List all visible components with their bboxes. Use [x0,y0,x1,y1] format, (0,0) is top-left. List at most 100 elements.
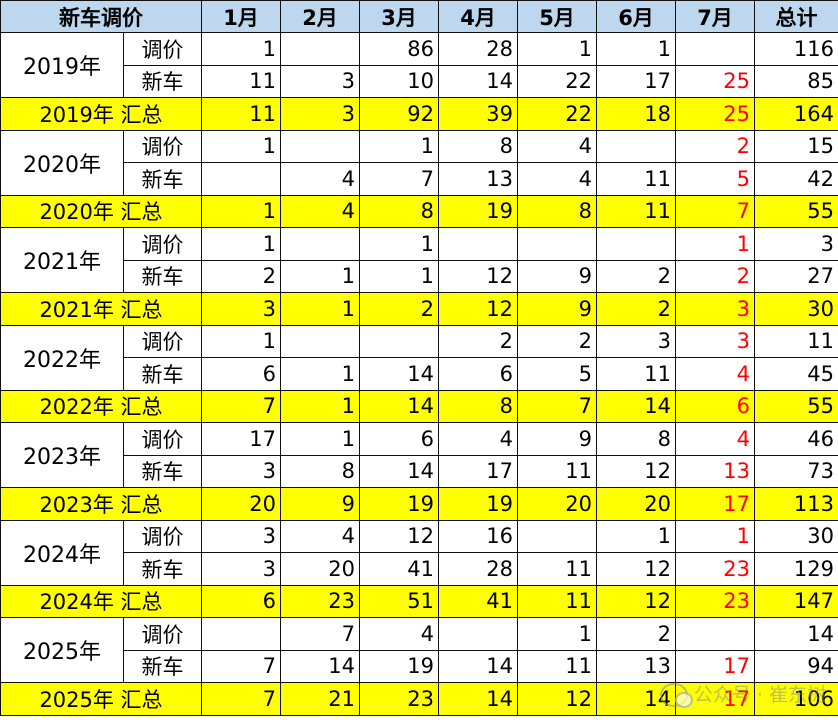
value-cell: 4 [280,519,360,553]
value-cell: 2 [675,259,755,293]
summary-value-cell: 9 [280,487,360,521]
summary-row: 2019年 汇总 11 3 92 39 22 18 25 164 [0,97,838,131]
type-cell: 新车 [123,649,202,683]
summary-value-cell: 14 [438,682,518,716]
type-cell: 调价 [123,324,202,358]
data-row: 新车 6 1 14 6 5 11 4 45 [1,357,838,391]
summary-value-cell: 11 [201,97,281,131]
value-cell: 41 [359,552,439,586]
value-cell [675,617,755,651]
summary-value-cell: 41 [438,584,518,618]
type-cell: 新车 [123,259,202,293]
summary-value-cell: 39 [438,97,518,131]
value-cell: 3 [596,324,676,358]
header-cell: 总计 [754,0,838,33]
type-cell: 新车 [123,454,202,488]
value-cell: 3 [201,454,281,488]
value-cell: 11 [596,357,676,391]
value-cell: 1 [280,357,360,391]
value-cell: 13 [675,454,755,488]
header-cell: 4月 [438,0,518,33]
summary-value-cell: 23 [675,584,755,618]
value-cell [280,324,360,358]
value-cell: 17 [438,454,518,488]
value-cell: 1 [201,129,281,163]
summary-value-cell: 14 [596,682,676,716]
value-cell [438,617,518,651]
summary-value-cell: 8 [359,194,439,228]
data-row: 新车 2 1 1 12 9 2 2 27 [1,259,838,293]
value-cell: 4 [280,162,360,196]
value-cell: 8 [438,129,518,163]
summary-value-cell: 11 [517,584,597,618]
value-cell: 3 [675,324,755,358]
value-cell: 4 [438,422,518,456]
value-cell: 1 [280,259,360,293]
value-cell: 20 [280,552,360,586]
value-cell: 1 [675,519,755,553]
value-cell: 14 [438,649,518,683]
data-row: 新车 3 20 41 28 11 12 23 129 [1,552,838,586]
value-cell: 11 [517,454,597,488]
data-row: 2025年 调价 7 4 1 2 14 [0,617,838,683]
summary-row: 2021年 汇总 3 1 2 12 9 2 3 30 [0,292,838,326]
data-row: 2024年 调价 3 4 12 16 1 1 30 [0,519,838,586]
summary-value-cell: 8 [517,194,597,228]
value-cell: 13 [438,162,518,196]
value-cell: 1 [517,32,597,66]
value-cell: 1 [201,227,281,261]
summary-value-cell: 51 [359,584,439,618]
summary-value-cell: 9 [517,292,597,326]
value-cell: 1 [201,324,281,358]
summary-value-cell: 23 [359,682,439,716]
summary-value-cell: 12 [517,682,597,716]
summary-value-cell: 3 [675,292,755,326]
summary-row: 2025年 汇总 7 21 23 14 12 14 17 106 [0,682,838,716]
value-cell: 2 [596,617,676,651]
value-cell: 1 [201,32,281,66]
value-cell: 11 [517,649,597,683]
year-cell: 2024年 [0,519,124,586]
data-row: 新车 7 14 19 14 11 13 17 94 [1,649,838,683]
summary-value-cell: 3 [280,97,360,131]
value-cell: 2 [596,259,676,293]
data-row: 新车 11 3 10 14 22 17 25 85 [1,64,838,98]
value-cell: 1 [359,129,439,163]
data-row: 2020年 调价 1 1 8 4 2 15 [0,129,838,196]
summary-value-cell: 164 [754,97,838,131]
value-cell: 2 [438,324,518,358]
value-cell: 11 [754,324,838,358]
value-cell: 4 [517,162,597,196]
value-cell: 1 [596,32,676,66]
data-row: 新车 3 8 14 17 11 12 13 73 [1,454,838,488]
summary-value-cell: 17 [675,487,755,521]
value-cell: 27 [754,259,838,293]
summary-value-cell: 147 [754,584,838,618]
year-cell: 2019年 [0,32,124,98]
value-cell: 4 [359,617,439,651]
value-cell: 6 [359,422,439,456]
value-cell: 17 [596,64,676,98]
summary-value-cell: 1 [201,194,281,228]
value-cell: 12 [596,552,676,586]
type-cell: 调价 [123,227,202,261]
value-cell: 6 [201,357,281,391]
summary-value-cell: 6 [675,389,755,423]
data-row: 2021年 调价 1 1 1 3 [0,227,838,293]
value-cell: 6 [438,357,518,391]
summary-label: 2023年 汇总 [0,487,202,521]
summary-value-cell: 12 [596,584,676,618]
data-row: 2023年 调价 17 1 6 4 9 8 4 46 [0,422,838,488]
value-cell: 17 [675,649,755,683]
year-cell: 2020年 [0,129,124,196]
value-cell: 73 [754,454,838,488]
value-cell [280,129,360,163]
value-cell [517,519,597,553]
summary-value-cell: 7 [201,682,281,716]
value-cell: 3 [754,227,838,261]
value-cell: 11 [596,162,676,196]
header-cell: 新车调价 [0,0,202,33]
value-cell: 13 [596,649,676,683]
summary-value-cell: 14 [596,389,676,423]
value-cell: 23 [675,552,755,586]
